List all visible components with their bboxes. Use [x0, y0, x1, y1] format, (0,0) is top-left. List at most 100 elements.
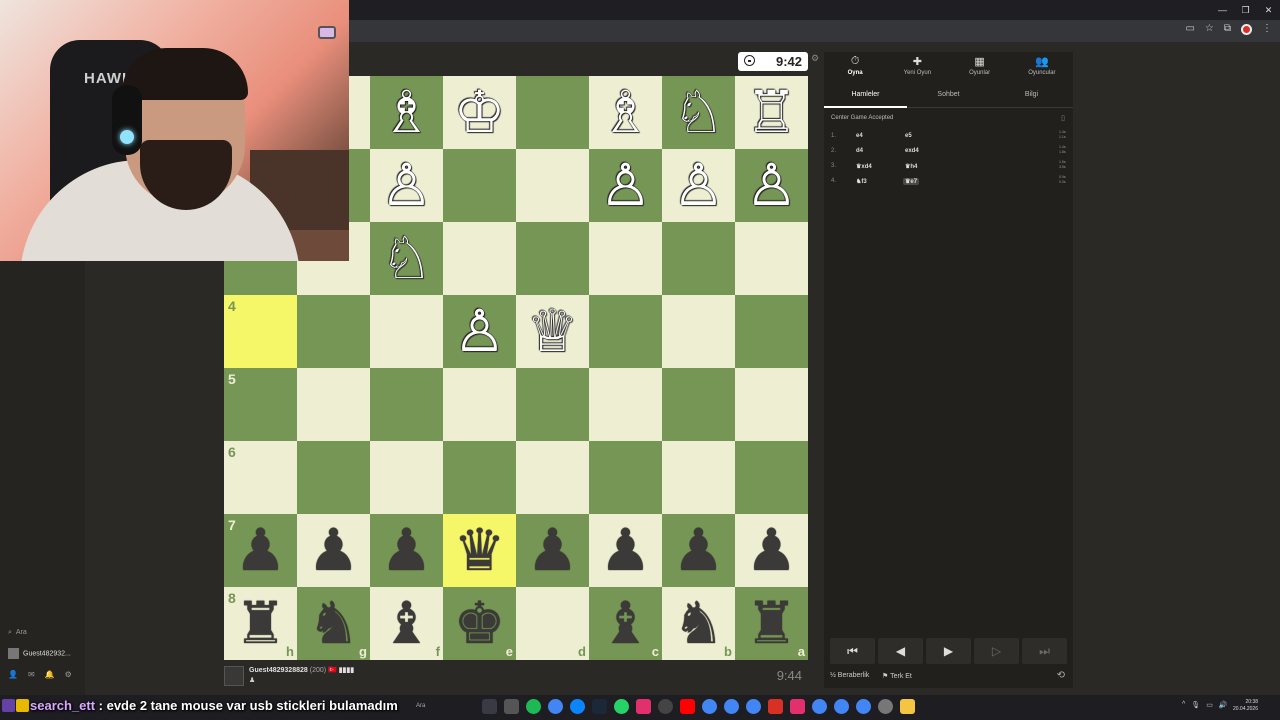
steam-icon[interactable]	[592, 699, 607, 714]
player-avatar[interactable]	[224, 666, 244, 686]
minimize-icon[interactable]: —	[1211, 0, 1234, 20]
board-square[interactable]: ♟	[662, 514, 735, 587]
board-square[interactable]: b ♞	[662, 587, 735, 660]
white-piece-icon[interactable]: ♔	[443, 76, 516, 149]
tab-moves[interactable]: Hamleler	[824, 88, 907, 108]
board-square[interactable]: ♙	[662, 149, 735, 222]
menu-icon[interactable]: ⋮	[1262, 23, 1272, 35]
board-square[interactable]	[370, 441, 443, 514]
board-square[interactable]: ♗	[370, 76, 443, 149]
white-piece-icon[interactable]: ♙	[443, 295, 516, 368]
flip-board-icon[interactable]: ⟲	[1057, 670, 1065, 681]
board-square[interactable]: ♘	[662, 76, 735, 149]
board-square[interactable]: 5	[224, 368, 297, 441]
board-square[interactable]	[297, 295, 370, 368]
chevron-up-icon[interactable]: ^	[1182, 701, 1185, 709]
white-piece-icon[interactable]: ♙	[589, 149, 662, 222]
bell-icon[interactable]: 🔔	[45, 670, 55, 679]
board-square[interactable]: ♟	[297, 514, 370, 587]
taskbar-search[interactable]: Ara	[416, 703, 425, 709]
black-piece-icon[interactable]: ♚	[443, 587, 516, 660]
board-square[interactable]: 4	[224, 295, 297, 368]
chrome-icon[interactable]	[548, 699, 563, 714]
white-piece-icon[interactable]: ♖	[735, 76, 808, 149]
white-piece-icon[interactable]: ♙	[735, 149, 808, 222]
board-square[interactable]: ♙	[735, 149, 808, 222]
board-square[interactable]: ♕	[516, 295, 589, 368]
board-square[interactable]: a ♜	[735, 587, 808, 660]
chrome-icon-5[interactable]	[812, 699, 827, 714]
board-square[interactable]: c ♝	[589, 587, 662, 660]
bookmark-star-icon[interactable]: ☆	[1205, 23, 1214, 35]
board-square[interactable]	[370, 368, 443, 441]
white-move[interactable]: d4	[856, 148, 863, 154]
white-piece-icon[interactable]: ♙	[662, 149, 735, 222]
board-square[interactable]	[443, 441, 516, 514]
board-square[interactable]: f ♝	[370, 587, 443, 660]
board-square[interactable]: g ♞	[297, 587, 370, 660]
mail-icon[interactable]: ✉	[28, 670, 35, 679]
black-piece-icon[interactable]: ♟	[370, 514, 443, 587]
chrome-icon-2[interactable]	[702, 699, 717, 714]
board-square[interactable]: ♘	[370, 222, 443, 295]
draw-button[interactable]: ½ Beraberlik	[830, 672, 869, 679]
app-icon-red[interactable]	[768, 699, 783, 714]
chrome-icon-4[interactable]	[746, 699, 761, 714]
board-square[interactable]: ♗	[589, 76, 662, 149]
chrome-icon-7[interactable]	[856, 699, 871, 714]
board-square[interactable]	[443, 222, 516, 295]
instagram-icon-2[interactable]	[790, 699, 805, 714]
board-square[interactable]	[735, 441, 808, 514]
chrome-icon-6[interactable]	[834, 699, 849, 714]
board-square[interactable]: 7 ♟	[224, 514, 297, 587]
extensions-icon[interactable]: ⧉	[1224, 23, 1231, 35]
board-square[interactable]	[662, 222, 735, 295]
board-square[interactable]: d	[516, 587, 589, 660]
book-icon[interactable]: ▯	[1061, 114, 1065, 122]
previous-move-button[interactable]: ◀	[878, 638, 923, 664]
tab-info[interactable]: Bilgi	[990, 88, 1073, 107]
sidebar-search[interactable]: ⌕ Ara	[8, 629, 27, 637]
board-square[interactable]	[735, 295, 808, 368]
file-icon[interactable]	[504, 699, 519, 714]
black-piece-icon[interactable]: ♞	[297, 587, 370, 660]
board-square[interactable]	[662, 368, 735, 441]
white-piece-icon[interactable]: ♕	[516, 295, 589, 368]
play-button[interactable]: ▶	[926, 638, 971, 664]
board-square[interactable]	[589, 295, 662, 368]
board-square[interactable]: ♔	[443, 76, 516, 149]
white-piece-icon[interactable]: ♙	[370, 149, 443, 222]
folder-icon[interactable]	[900, 699, 915, 714]
board-square[interactable]	[443, 149, 516, 222]
board-square[interactable]: ♟	[735, 514, 808, 587]
board-square[interactable]	[589, 368, 662, 441]
board-square[interactable]	[735, 368, 808, 441]
last-move-button[interactable]: ⏭	[1022, 638, 1067, 664]
black-piece-icon[interactable]: ♞	[662, 587, 735, 660]
board-square[interactable]	[735, 222, 808, 295]
tab-chat[interactable]: Sohbet	[907, 88, 990, 107]
edge-icon[interactable]	[570, 699, 585, 714]
friends-icon[interactable]: 👤	[8, 670, 18, 679]
board-square[interactable]	[589, 222, 662, 295]
board-square[interactable]	[516, 368, 589, 441]
profile-avatar[interactable]	[1241, 24, 1252, 35]
board-square[interactable]: ♙	[370, 149, 443, 222]
board-square[interactable]: ♟	[370, 514, 443, 587]
monitor-icon[interactable]: ▭	[1206, 701, 1213, 709]
black-piece-icon[interactable]: ♛	[443, 514, 516, 587]
black-move-current[interactable]: ♛e7	[903, 178, 920, 185]
board-square[interactable]: ♖	[735, 76, 808, 149]
board-square[interactable]: ♙	[589, 149, 662, 222]
black-piece-icon[interactable]: ♝	[370, 587, 443, 660]
board-square[interactable]: 8 h ♜	[224, 587, 297, 660]
board-square[interactable]: ♛	[443, 514, 516, 587]
board-square[interactable]	[516, 149, 589, 222]
board-square[interactable]	[516, 76, 589, 149]
nav-play[interactable]: ⏱ Oyna	[824, 52, 886, 84]
board-square[interactable]	[297, 368, 370, 441]
settings-app-icon[interactable]	[878, 699, 893, 714]
white-move[interactable]: e4	[856, 133, 863, 139]
white-piece-icon[interactable]: ♗	[370, 76, 443, 149]
black-piece-icon[interactable]: ♜	[224, 587, 297, 660]
